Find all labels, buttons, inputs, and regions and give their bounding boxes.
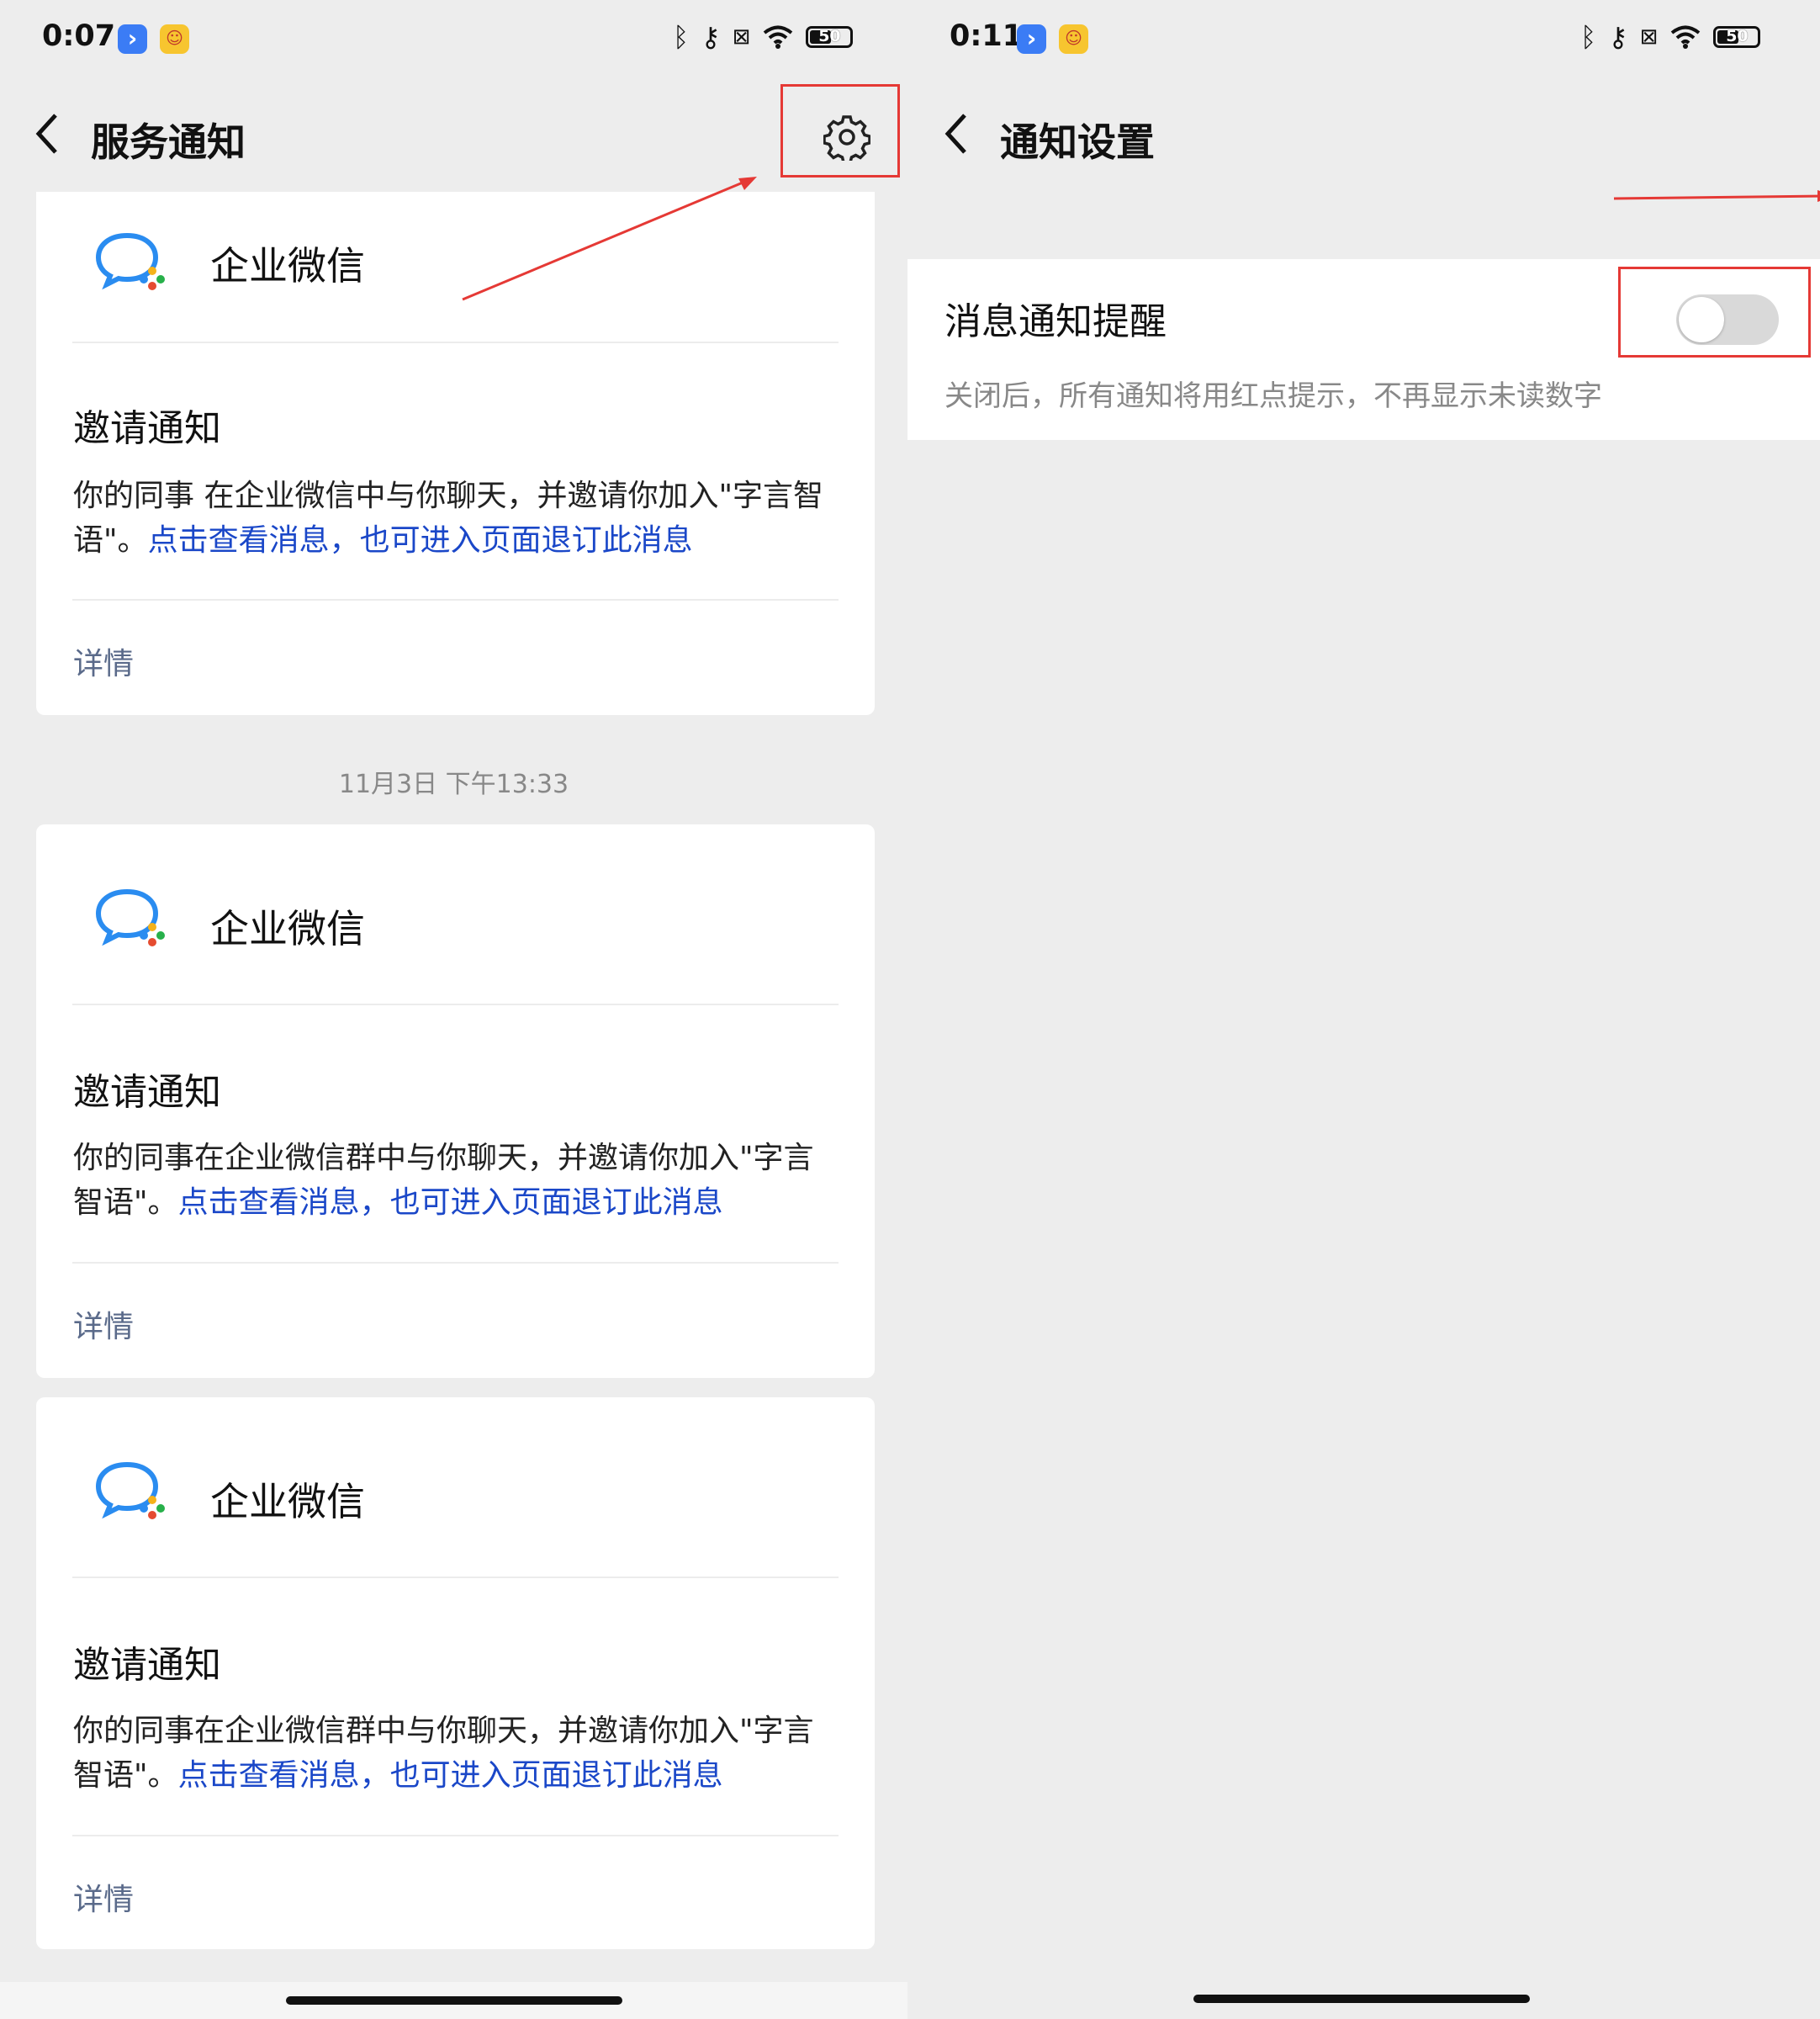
settings-button[interactable] — [780, 84, 900, 178]
divider — [72, 1577, 839, 1578]
notice-title: 邀请通知 — [73, 1644, 221, 1687]
setting-label: 消息通知提醒 — [944, 300, 1167, 343]
notification-toggle[interactable] — [1676, 294, 1779, 345]
notification-setting-row: 消息通知提醒 关闭后，所有通知将用红点提示，不再显示未读数字 — [907, 259, 1820, 440]
bluetooth-icon: ᛒ — [673, 21, 690, 53]
page-title: 服务通知 — [91, 119, 246, 165]
key-icon: ⚷ — [701, 21, 721, 53]
wecom-logo-icon — [95, 232, 165, 290]
status-bar: 0:07 › ☺ ᛒ ⚷ ⊠ 50 — [0, 0, 907, 80]
notice-body: 你的同事 在企业微信中与你聊天，并邀请你加入"字言智语"。点击查看消息，也可进入… — [73, 474, 841, 563]
status-time: 0:11 — [950, 19, 1024, 53]
no-sim-icon: ⊠ — [732, 24, 751, 50]
divider — [72, 342, 839, 343]
notice-title: 邀请通知 — [73, 407, 221, 450]
battery-level: 50 — [1726, 27, 1749, 45]
key-icon: ⚷ — [1608, 21, 1628, 53]
notification-settings-screen: 0:11 › ☺ ᛒ ⚷ ⊠ 50 通知设置 消息通知提醒 关闭后，所有通知将用… — [907, 0, 1820, 2019]
divider — [72, 1262, 839, 1264]
status-icons: ᛒ ⚷ ⊠ 50 — [1580, 21, 1761, 53]
app-name: 企业微信 — [210, 1479, 365, 1524]
page-title: 通知设置 — [1000, 119, 1155, 165]
notice-body: 你的同事在企业微信群中与你聊天，并邀请你加入"字言智语"。点击查看消息，也可进入… — [73, 1136, 841, 1225]
notice-link[interactable]: 点击查看消息，也可进入页面退订此消息 — [178, 1758, 723, 1793]
divider — [72, 1835, 839, 1836]
toggle-knob — [1679, 297, 1724, 342]
toggle-highlight — [1618, 267, 1811, 358]
setting-description: 关闭后，所有通知将用红点提示，不再显示未读数字 — [944, 379, 1602, 413]
home-indicator[interactable] — [1193, 1995, 1530, 2003]
app-name: 企业微信 — [210, 243, 365, 289]
wecom-logo-icon — [95, 888, 165, 946]
divider — [72, 599, 839, 601]
battery-icon: 50 — [1713, 26, 1761, 48]
notice-link[interactable]: 点击查看消息，也可进入页面退订此消息 — [148, 523, 693, 558]
service-notifications-screen: 0:07 › ☺ ᛒ ⚷ ⊠ 50 服务通知 企业微信 邀请通知 你的同事 在企… — [0, 0, 907, 2019]
details-link[interactable]: 详情 — [73, 639, 134, 683]
home-indicator[interactable] — [286, 1996, 622, 2005]
nav-bar: 通知设置 — [907, 80, 1820, 189]
back-arrow-icon[interactable] — [32, 109, 66, 159]
status-time: 0:07 — [42, 19, 116, 53]
notice-title: 邀请通知 — [73, 1071, 221, 1114]
notification-card[interactable]: 企业微信 邀请通知 你的同事在企业微信群中与你聊天，并邀请你加入"字言智语"。点… — [36, 824, 875, 1378]
divider — [72, 1004, 839, 1005]
wifi-icon — [764, 25, 793, 49]
back-arrow-icon[interactable] — [941, 109, 975, 159]
game-notification-icon: ☺ — [160, 24, 189, 54]
bluetooth-icon: ᛒ — [1580, 21, 1597, 53]
notice-body: 你的同事在企业微信群中与你聊天，并邀请你加入"字言智语"。点击查看消息，也可进入… — [73, 1709, 841, 1798]
app-notification-icon: › — [1017, 24, 1046, 54]
nav-bar: 服务通知 — [0, 80, 907, 189]
notice-link[interactable]: 点击查看消息，也可进入页面退订此消息 — [178, 1185, 723, 1220]
app-name: 企业微信 — [210, 906, 365, 951]
battery-level: 50 — [818, 27, 841, 45]
battery-icon: 50 — [806, 26, 854, 48]
timestamp: 11月3日 下午13:33 — [338, 770, 569, 799]
game-notification-icon: ☺ — [1059, 24, 1088, 54]
notification-card[interactable]: 企业微信 邀请通知 你的同事 在企业微信中与你聊天，并邀请你加入"字言智语"。点… — [36, 192, 875, 715]
details-link[interactable]: 详情 — [73, 1875, 134, 1919]
gear-icon — [823, 115, 870, 161]
wecom-logo-icon — [95, 1461, 165, 1519]
wifi-icon — [1671, 25, 1701, 49]
no-sim-icon: ⊠ — [1639, 24, 1659, 50]
details-link[interactable]: 详情 — [73, 1302, 134, 1346]
status-icons: ᛒ ⚷ ⊠ 50 — [673, 21, 854, 53]
notification-card[interactable]: 企业微信 邀请通知 你的同事在企业微信群中与你聊天，并邀请你加入"字言智语"。点… — [36, 1397, 875, 1949]
app-notification-icon: › — [118, 24, 147, 54]
status-bar: 0:11 › ☺ ᛒ ⚷ ⊠ 50 — [907, 0, 1820, 80]
